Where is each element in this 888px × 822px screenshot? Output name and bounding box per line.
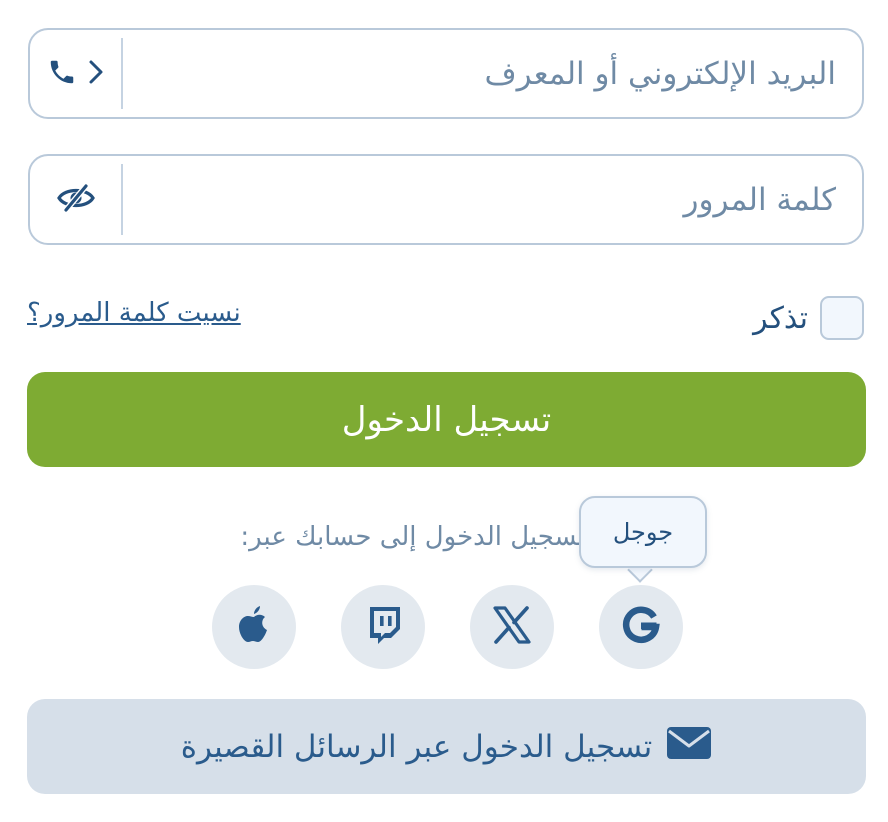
sms-login-label: تسجيل الدخول عبر الرسائل القصيرة (180, 728, 653, 765)
google-login-button[interactable] (599, 585, 683, 669)
chevron-right-icon[interactable] (87, 58, 105, 90)
field-divider (121, 164, 123, 235)
field-divider (121, 38, 123, 109)
apple-login-button[interactable] (212, 585, 296, 669)
twitch-login-button[interactable] (341, 585, 425, 669)
apple-icon (237, 605, 271, 649)
twitch-icon (364, 605, 402, 649)
eye-off-icon[interactable] (56, 183, 96, 217)
x-login-button[interactable] (470, 585, 554, 669)
login-button[interactable]: تسجيل الدخول (27, 372, 866, 467)
sms-login-button[interactable]: تسجيل الدخول عبر الرسائل القصيرة (27, 699, 866, 794)
x-icon (492, 606, 532, 648)
forgot-password-link[interactable]: نسيت كلمة المرور؟ (27, 298, 241, 328)
password-input[interactable]: كلمة المرور (28, 154, 864, 245)
envelope-icon (666, 726, 712, 768)
identifier-field-icons (30, 30, 121, 117)
password-field-icons (30, 156, 121, 243)
remember-me[interactable]: تذكر (753, 294, 864, 342)
google-icon (621, 605, 661, 649)
identifier-input[interactable]: البريد الإلكتروني أو المعرف (28, 28, 864, 119)
phone-icon[interactable] (47, 57, 77, 91)
identifier-placeholder: البريد الإلكتروني أو المعرف (484, 55, 837, 92)
login-form: البريد الإلكتروني أو المعرف كلمة المرور … (0, 0, 888, 822)
password-placeholder: كلمة المرور (683, 181, 836, 218)
social-login-caption: تسجيل الدخول إلى حسابك عبر: (240, 522, 585, 552)
remember-me-checkbox[interactable] (820, 296, 864, 340)
google-tooltip: جوجل (579, 496, 707, 568)
remember-me-label: تذكر (753, 300, 808, 336)
